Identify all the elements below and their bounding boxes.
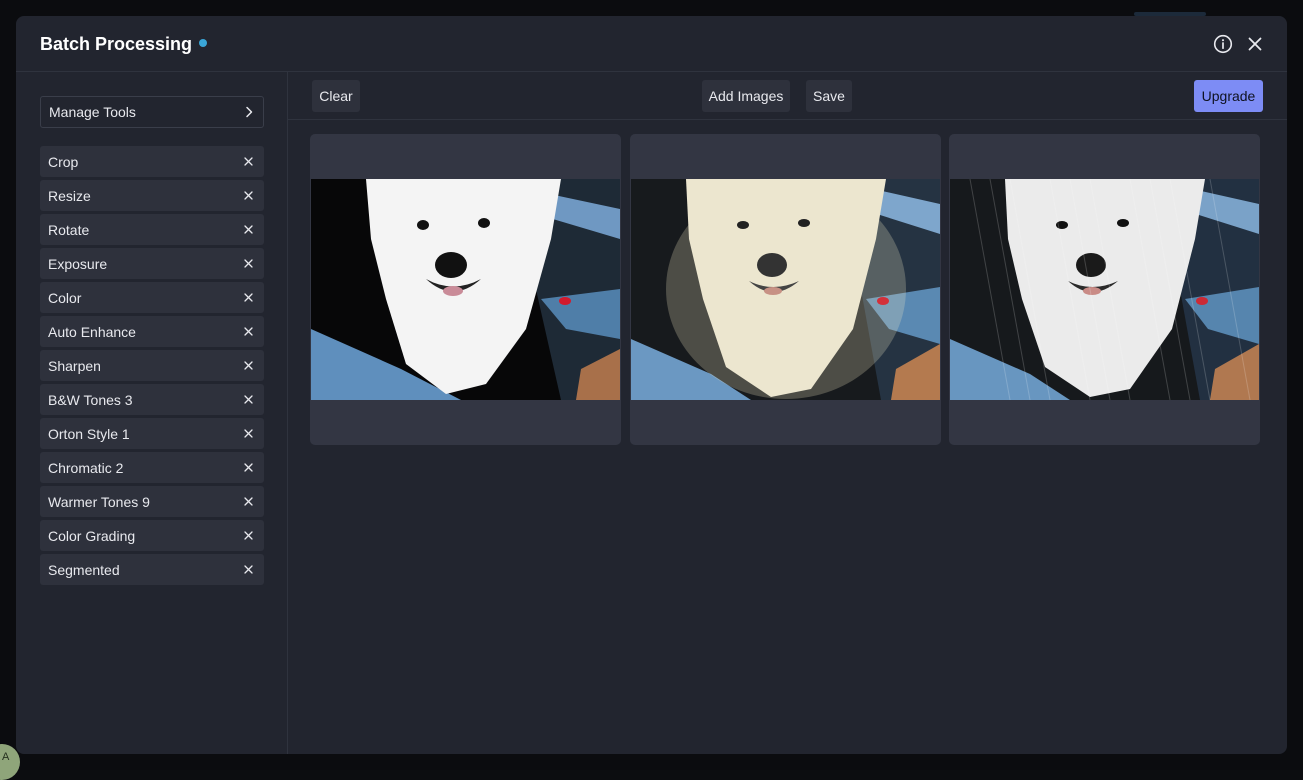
remove-tool-button[interactable]: [242, 530, 254, 542]
tool-item-label: Rotate: [48, 221, 90, 238]
tool-item-label: Color Grading: [48, 527, 136, 544]
close-icon: [243, 463, 253, 472]
modal-header: Batch Processing: [16, 16, 1287, 72]
tool-item: Orton Style 1: [40, 418, 264, 449]
close-icon: [243, 497, 253, 506]
close-icon: [243, 225, 253, 234]
image-toolbar: Clear Add Images Save Upgrade: [288, 72, 1287, 120]
close-icon: [243, 327, 253, 336]
close-icon: [243, 259, 253, 268]
tool-item-label: Crop: [48, 153, 79, 170]
close-icon: [1248, 37, 1262, 51]
info-button[interactable]: [1212, 33, 1234, 55]
remove-tool-button[interactable]: [242, 326, 254, 338]
remove-tool-button[interactable]: [242, 190, 254, 202]
manage-tools-button[interactable]: Manage Tools: [40, 96, 264, 128]
status-dot: [199, 39, 208, 47]
remove-tool-button[interactable]: [242, 428, 254, 440]
tool-item: B&W Tones 3: [40, 384, 264, 415]
close-icon: [243, 293, 253, 302]
main-content: Clear Add Images Save Upgrade: [288, 72, 1287, 754]
tool-item: Color Grading: [40, 520, 264, 551]
image-card[interactable]: [630, 134, 941, 445]
tool-item-label: Resize: [48, 187, 91, 204]
close-icon: [243, 395, 253, 404]
add-images-button[interactable]: Add Images: [702, 80, 790, 112]
close-icon: [243, 191, 253, 200]
modal-title: Batch Processing: [40, 34, 208, 55]
image-card[interactable]: [949, 134, 1260, 445]
chevron-right-icon: [246, 106, 253, 118]
remove-tool-button[interactable]: [242, 496, 254, 508]
tool-item: Crop: [40, 146, 264, 177]
dog-photo-orton: [631, 179, 940, 400]
tool-item-label: Sharpen: [48, 357, 101, 374]
tool-item: Warmer Tones 9: [40, 486, 264, 517]
modal-title-text: Batch Processing: [40, 34, 193, 54]
tool-item: Segmented: [40, 554, 264, 585]
tool-item-label: B&W Tones 3: [48, 391, 133, 408]
dog-photo-rain: [950, 179, 1259, 400]
tool-item-label: Chromatic 2: [48, 459, 124, 476]
manage-tools-label: Manage Tools: [49, 104, 136, 120]
close-icon: [243, 361, 253, 370]
remove-tool-button[interactable]: [242, 360, 254, 372]
remove-tool-button[interactable]: [242, 292, 254, 304]
tool-item-label: Orton Style 1: [48, 425, 130, 442]
tool-item: Auto Enhance: [40, 316, 264, 347]
remove-tool-button[interactable]: [242, 564, 254, 576]
remove-tool-button[interactable]: [242, 156, 254, 168]
tool-item: Rotate: [40, 214, 264, 245]
tool-item: Resize: [40, 180, 264, 211]
remove-tool-button[interactable]: [242, 224, 254, 236]
dog-photo-segmented: [311, 179, 620, 400]
info-icon: [1213, 34, 1233, 54]
remove-tool-button[interactable]: [242, 258, 254, 270]
tool-item: Sharpen: [40, 350, 264, 381]
close-icon: [243, 565, 253, 574]
tool-item: Exposure: [40, 248, 264, 279]
close-icon: [243, 531, 253, 540]
batch-processing-modal: Batch Processing Manage Tools Crop Resize…: [16, 16, 1287, 754]
tool-item: Color: [40, 282, 264, 313]
tool-item-label: Segmented: [48, 561, 120, 578]
tool-item-label: Warmer Tones 9: [48, 493, 150, 510]
tools-sidebar: Manage Tools Crop Resize Rotate Exposure Col…: [16, 72, 288, 754]
applied-tools-list: Crop Resize Rotate Exposure Color Auto Enhanc…: [40, 146, 264, 588]
save-button[interactable]: Save: [806, 80, 852, 112]
tool-item-label: Color: [48, 289, 82, 306]
image-grid: [310, 134, 1262, 446]
close-button[interactable]: [1244, 33, 1266, 55]
remove-tool-button[interactable]: [242, 462, 254, 474]
remove-tool-button[interactable]: [242, 394, 254, 406]
tool-item: Chromatic 2: [40, 452, 264, 483]
clear-button[interactable]: Clear: [312, 80, 360, 112]
upgrade-button[interactable]: Upgrade: [1194, 80, 1263, 112]
tool-item-label: Exposure: [48, 255, 108, 272]
close-icon: [243, 157, 253, 166]
image-card[interactable]: [310, 134, 621, 445]
tool-item-label: Auto Enhance: [48, 323, 136, 340]
close-icon: [243, 429, 253, 438]
